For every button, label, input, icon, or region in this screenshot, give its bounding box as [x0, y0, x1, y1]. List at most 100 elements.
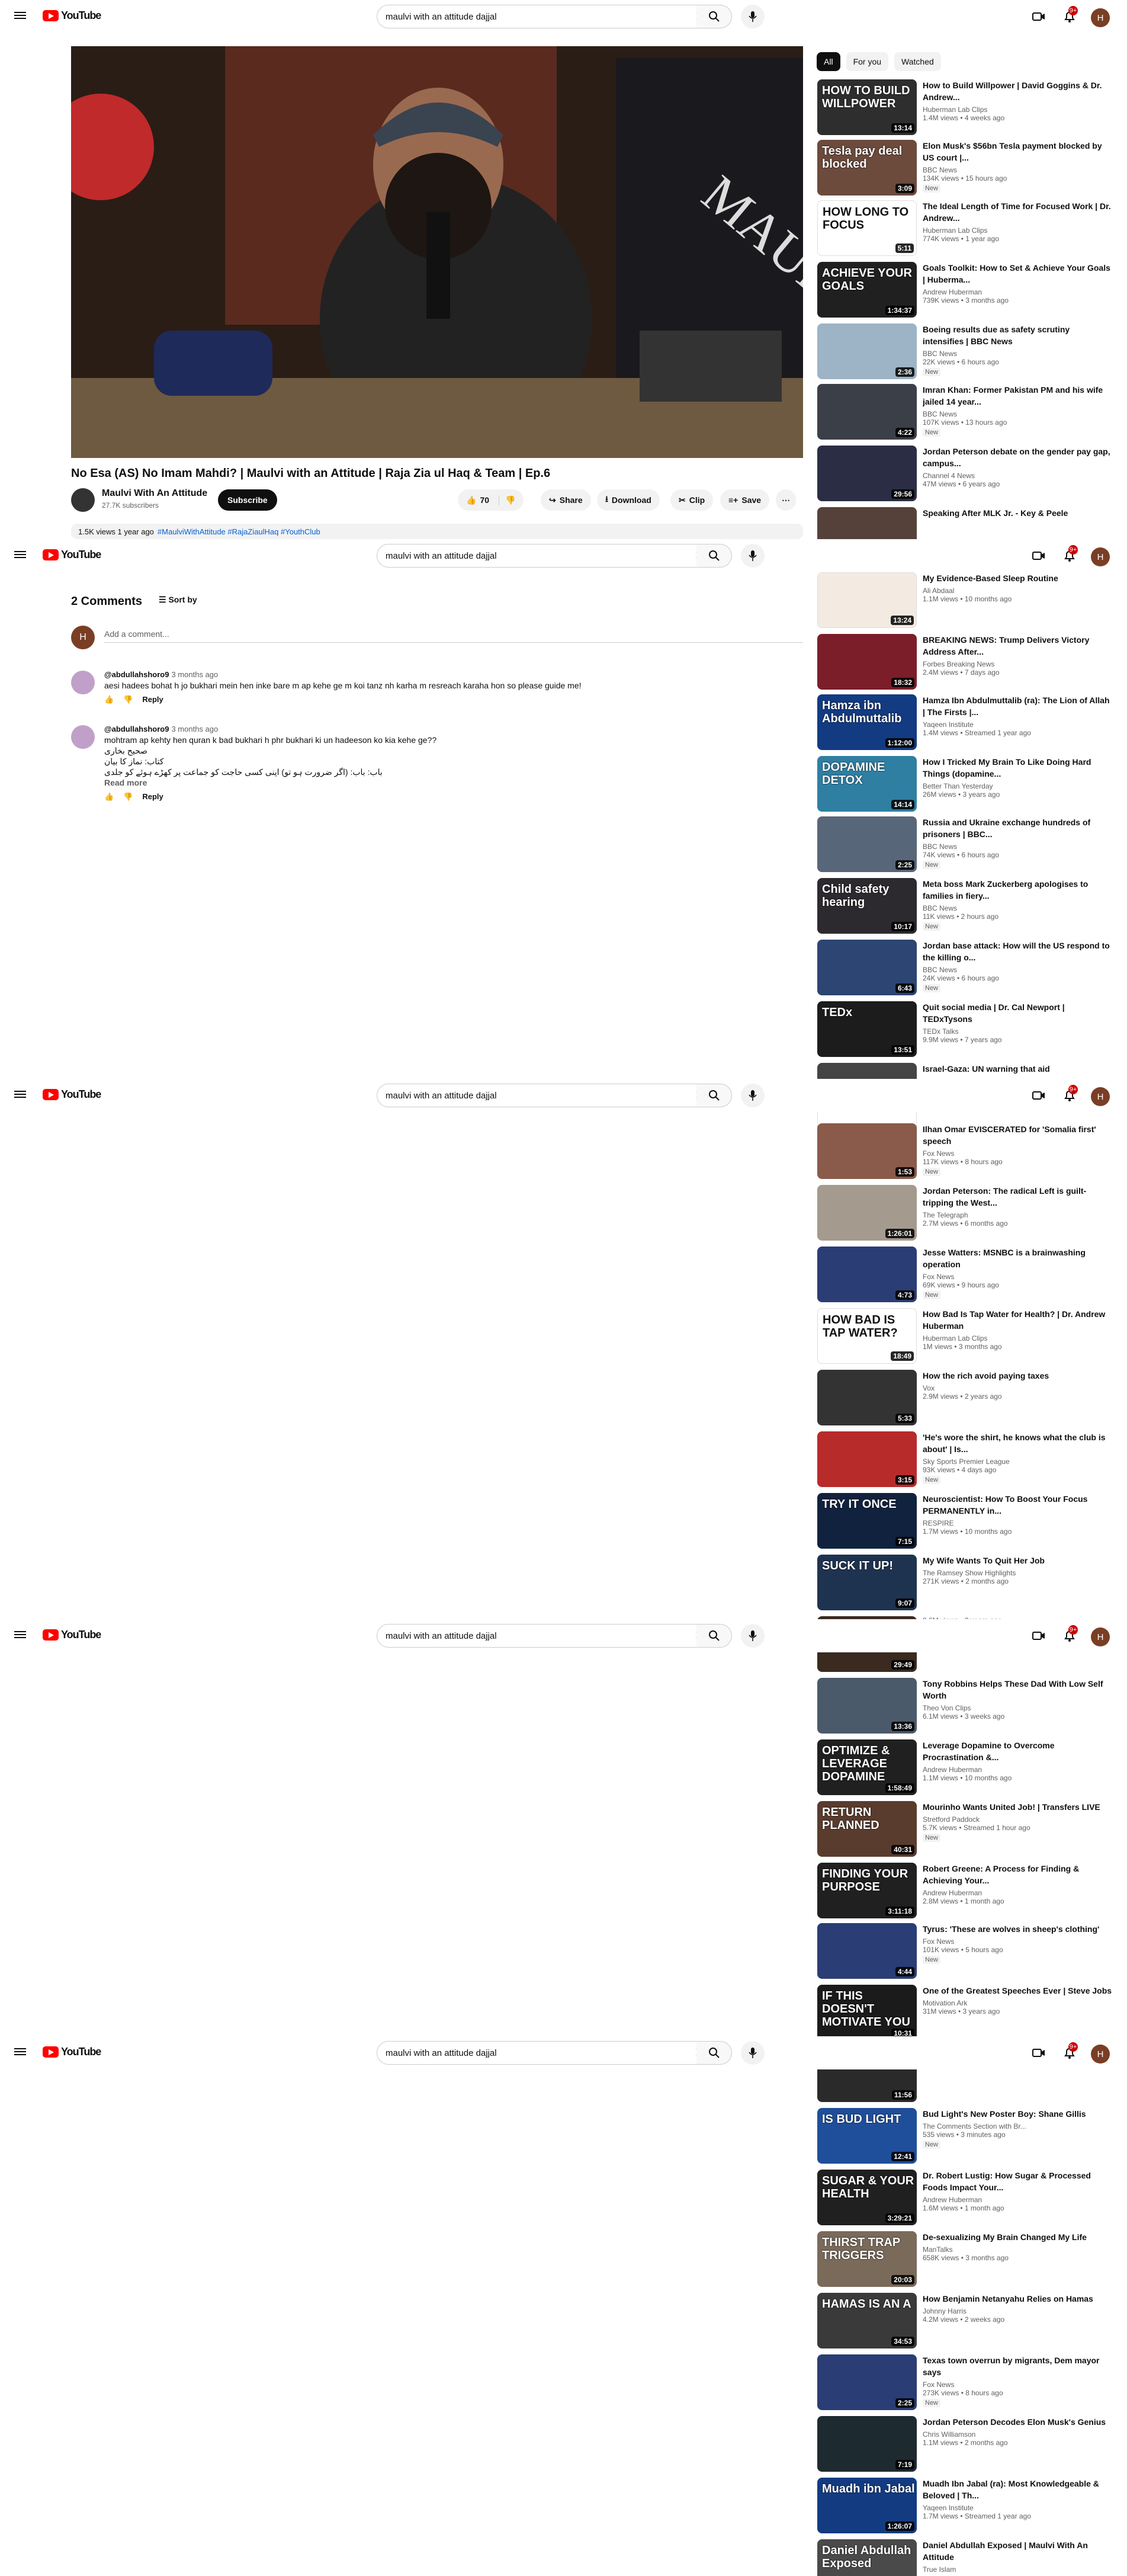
channel-name[interactable]: BBC News	[923, 904, 1112, 912]
video-title[interactable]: Jordan Peterson: The radical Left is gui…	[923, 1185, 1112, 1209]
thumbs-down-icon[interactable]: 👎	[123, 694, 133, 705]
notifications-button[interactable]: 9+	[1062, 2042, 1078, 2063]
channel-name[interactable]: BBC News	[923, 350, 1112, 358]
notifications-button[interactable]: 9+	[1062, 1085, 1078, 1106]
recommended-video[interactable]: TEDx 13:51 Quit social media | Dr. Cal New…	[817, 1001, 1113, 1057]
recommended-video[interactable]: 7:19 Jordan Peterson Decodes Elon Musk's …	[817, 2416, 1113, 2472]
menu-icon[interactable]	[14, 549, 26, 562]
search-button[interactable]	[696, 2041, 732, 2065]
account-avatar[interactable]: H	[1091, 2045, 1110, 2064]
subscribe-button[interactable]: Subscribe	[218, 489, 277, 511]
search-input[interactable]: maulvi with an attitude dajjal✕	[377, 2041, 714, 2065]
notifications-button[interactable]: 9+	[1062, 1625, 1078, 1646]
account-avatar[interactable]: H	[1091, 547, 1110, 566]
channel-name[interactable]: TEDx Talks	[923, 1027, 1112, 1036]
video-title[interactable]: My Evidence-Based Sleep Routine	[923, 572, 1112, 584]
video-title[interactable]: Israel-Gaza: UN warning that aid	[923, 1063, 1112, 1075]
video-title[interactable]: Elon Musk's $56bn Tesla payment blocked …	[923, 140, 1112, 164]
commenter-avatar[interactable]	[71, 725, 95, 749]
video-thumbnail[interactable]: 3:15	[817, 1431, 917, 1487]
video-title[interactable]: One of the Greatest Speeches Ever | Stev…	[923, 1985, 1112, 1997]
read-more-button[interactable]: Read more	[104, 777, 797, 788]
recommended-video[interactable]: HOW TO BUILD WILLPOWER 13:14 How to Build …	[817, 79, 1113, 135]
video-title[interactable]: Tony Robbins Helps These Dad With Low Se…	[923, 1678, 1112, 1702]
channel-name[interactable]: Fox News	[923, 1273, 1112, 1281]
channel-name[interactable]: True Islam	[923, 2565, 1112, 2574]
video-thumbnail[interactable]: SUGAR & YOUR HEALTH 3:29:21	[817, 2170, 917, 2225]
video-title[interactable]: Bud Light's New Poster Boy: Shane Gillis	[923, 2108, 1112, 2120]
recommended-video[interactable]: THIRST TRAP TRIGGERS 20:03 De-sexualizing …	[817, 2231, 1113, 2287]
channel-name[interactable]: Ali Abdaal	[923, 587, 1112, 595]
recommended-video[interactable]: 1:53 Ilhan Omar EVISCERATED for 'Somalia …	[817, 1123, 1113, 1179]
video-thumbnail[interactable]: 5:33	[817, 1370, 917, 1425]
sort-by-button[interactable]: ☰ Sort by	[159, 595, 197, 605]
recommended-video[interactable]: 13:24 My Evidence-Based Sleep Routine Ali …	[817, 572, 1113, 628]
video-title[interactable]: Quit social media | Dr. Cal Newport | TE…	[923, 1001, 1112, 1025]
video-thumbnail[interactable]: 1:53	[817, 1123, 917, 1179]
channel-name[interactable]: BBC News	[923, 966, 1112, 974]
video-title[interactable]: How I Tricked My Brain To Like Doing Har…	[923, 756, 1112, 780]
search-input[interactable]: maulvi with an attitude dajjal✕	[377, 1084, 714, 1107]
voice-search-button[interactable]	[741, 2041, 765, 2065]
channel-name[interactable]: The Comments Section with Br...	[923, 2122, 1112, 2130]
chip-watched[interactable]: Watched	[894, 52, 941, 71]
video-thumbnail[interactable]: 2:25	[817, 2354, 917, 2410]
recommended-video[interactable]: RETURN PLANNED 40:31 Mourinho Wants United…	[817, 1801, 1113, 1857]
video-thumbnail[interactable]: IS BUD LIGHT 12:41	[817, 2108, 917, 2164]
video-title[interactable]: Muadh Ibn Jabal (ra): Most Knowledgeable…	[923, 2478, 1112, 2501]
channel-name[interactable]: Forbes Breaking News	[923, 660, 1112, 668]
video-thumbnail[interactable]: OPTIMIZE & LEVERAGE DOPAMINE 1:58:49	[817, 1739, 917, 1795]
video-title[interactable]: Daniel Abdullah Exposed | Maulvi With An…	[923, 2539, 1112, 2563]
account-avatar[interactable]: H	[1091, 1087, 1110, 1106]
more-actions-button[interactable]: ⋯	[776, 489, 796, 511]
video-title[interactable]: Jesse Watters: MSNBC is a brainwashing o…	[923, 1247, 1112, 1270]
video-title[interactable]: How to Build Willpower | David Goggins &…	[923, 79, 1112, 103]
channel-name[interactable]: ManTalks	[923, 2245, 1112, 2254]
channel-name[interactable]: Andrew Huberman	[923, 288, 1112, 296]
comment-author[interactable]: @abdullahshoro9	[104, 670, 169, 679]
create-button[interactable]	[1032, 2046, 1046, 2063]
video-title[interactable]: Goals Toolkit: How to Set & Achieve Your…	[923, 262, 1112, 286]
commenter-avatar[interactable]	[71, 671, 95, 694]
video-thumbnail[interactable]: SUCK IT UP! 9:07	[817, 1555, 917, 1610]
recommended-video[interactable]: Daniel Abdullah Exposed Daniel Abdullah E…	[817, 2539, 1113, 2576]
video-title[interactable]: Imran Khan: Former Pakistan PM and his w…	[923, 384, 1112, 408]
recommended-video[interactable]: 2:25 Russia and Ukraine exchange hundreds…	[817, 816, 1113, 872]
recommended-video[interactable]: 2:25 Texas town overrun by migrants, Dem …	[817, 2354, 1113, 2410]
channel-name[interactable]: Andrew Huberman	[923, 1889, 1112, 1897]
like-button[interactable]: 👍 70 👎	[458, 489, 524, 511]
recommended-video[interactable]: IS BUD LIGHT 12:41 Bud Light's New Poster …	[817, 2108, 1113, 2164]
video-title[interactable]: Leverage Dopamine to Overcome Procrastin…	[923, 1739, 1112, 1763]
channel-name[interactable]: Andrew Huberman	[923, 2196, 1112, 2204]
recommended-video[interactable]: Muadh ibn Jabal 1:26:07 Muadh Ibn Jabal (r…	[817, 2478, 1113, 2533]
video-title[interactable]: 'He's wore the shirt, he knows what the …	[923, 1431, 1112, 1455]
menu-icon[interactable]	[14, 1629, 26, 1642]
hashtags[interactable]: #MaulviWithAttitude #RajaZiaulHaq #Youth…	[158, 527, 320, 536]
recommended-video[interactable]: Hamza ibn Abdulmuttalib 1:12:00 Hamza Ibn …	[817, 694, 1113, 750]
video-thumbnail[interactable]: 4:22	[817, 384, 917, 440]
thumbs-down-icon[interactable]: 👎	[499, 495, 515, 505]
video-title[interactable]: Mourinho Wants United Job! | Transfers L…	[923, 1801, 1112, 1813]
recommended-video[interactable]: 4:44 Tyrus: 'These are wolves in sheep's …	[817, 1923, 1113, 1979]
voice-search-button[interactable]	[741, 544, 765, 568]
channel-name[interactable]: Fox News	[923, 1937, 1112, 1946]
thumbs-down-icon[interactable]: 👎	[123, 792, 133, 802]
account-avatar[interactable]: H	[1091, 8, 1110, 27]
comment-author[interactable]: @abdullahshoro9	[104, 725, 169, 733]
channel-name[interactable]: Huberman Lab Clips	[923, 105, 1112, 114]
menu-icon[interactable]	[14, 10, 26, 23]
video-title[interactable]: How the rich avoid paying taxes	[923, 1370, 1112, 1382]
video-title[interactable]: Ilhan Omar EVISCERATED for 'Somalia firs…	[923, 1123, 1112, 1147]
video-thumbnail[interactable]: 13:24	[817, 572, 917, 628]
video-thumbnail[interactable]: DOPAMINE DETOX 14:14	[817, 756, 917, 812]
video-thumbnail[interactable]: ACHIEVE YOUR GOALS 1:34:37	[817, 262, 917, 318]
search-input[interactable]: maulvi with an attitude dajjal✕	[377, 5, 714, 28]
recommended-video[interactable]: IF THIS DOESN'T MOTIVATE YOU 10:31 One of …	[817, 1985, 1113, 2040]
create-button[interactable]	[1032, 1088, 1046, 1106]
share-button[interactable]: ↪ Share	[541, 489, 591, 511]
video-thumbnail[interactable]: 13:36	[817, 1678, 917, 1734]
recommended-video[interactable]: 1:26:01 Jordan Peterson: The radical Left…	[817, 1185, 1113, 1241]
add-comment-input[interactable]: Add a comment...	[104, 629, 803, 643]
channel-name[interactable]: Huberman Lab Clips	[923, 226, 1112, 235]
search-button[interactable]	[696, 1624, 732, 1648]
